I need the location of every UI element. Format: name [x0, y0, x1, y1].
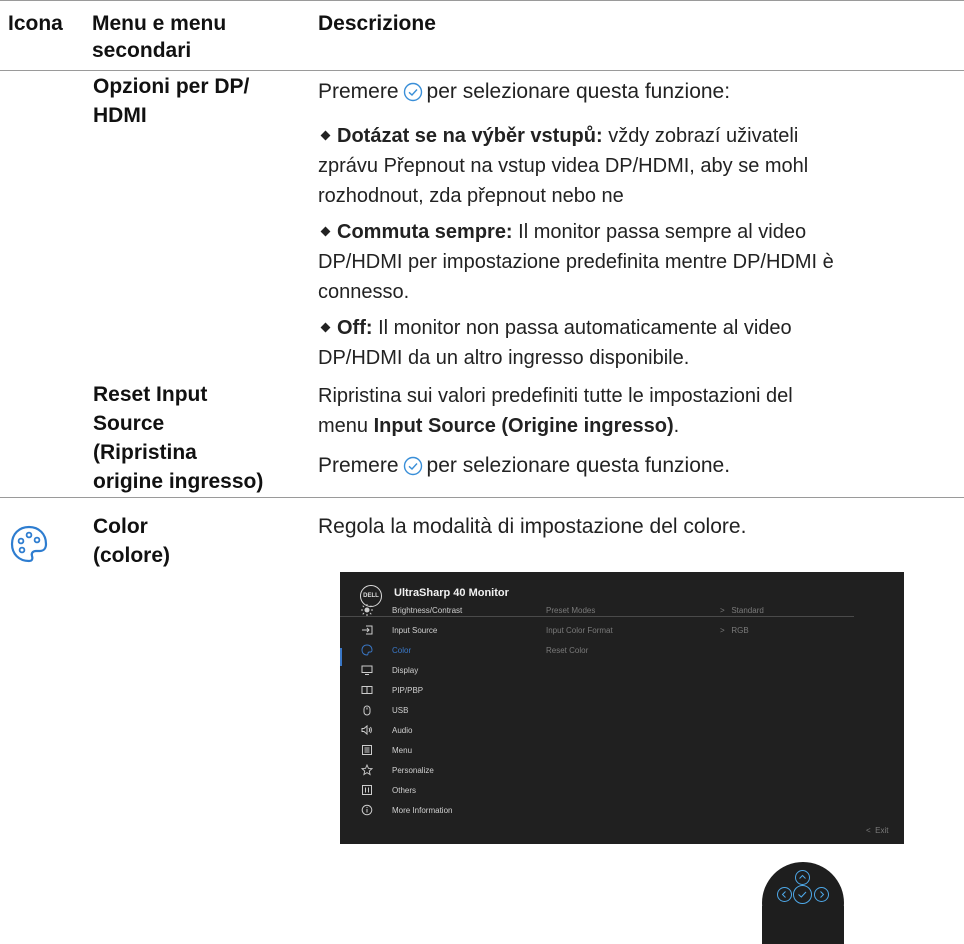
osd-item-label: PIP/PBP: [392, 686, 424, 695]
color-description: Regola la modalità di impostazione del c…: [318, 515, 747, 538]
reset-name-line1: Reset Input: [93, 383, 208, 406]
dp-hdmi-option-ask: Dotázat se na výběr vstupů: vždy zobrazí…: [318, 121, 938, 211]
osd-exit[interactable]: < Exit: [866, 826, 888, 835]
header-description: Descrizione: [318, 12, 436, 35]
header-divider: [0, 70, 964, 71]
osd-item-label: Others: [392, 786, 417, 795]
dp-hdmi-intro: Premere per selezionare questa funzione:: [318, 77, 938, 111]
osd-item-input-source[interactable]: Input Source: [340, 622, 540, 640]
osd-item-menu[interactable]: Menu: [340, 742, 540, 760]
option-always-line1: Il monitor passa sempre al video: [518, 221, 807, 243]
usb-icon: [361, 704, 373, 716]
joystick-stem: [762, 906, 844, 944]
dp-hdmi-option-always: Commuta sempre: Il monitor passa sempre …: [318, 217, 938, 307]
option-off-title: Off:: [337, 317, 373, 339]
osd-menu: DELL UltraSharp 40 Monitor Brightness/Co…: [340, 572, 904, 844]
osd-item-audio[interactable]: Audio: [340, 722, 540, 740]
osd-item-label: USB: [392, 706, 409, 715]
osd-item-others[interactable]: Others: [340, 782, 540, 800]
osd-item-label: Personalize: [392, 766, 434, 775]
osd-sub-input-color-format[interactable]: Input Color Format: [546, 626, 613, 635]
osd-item-display[interactable]: Display: [340, 662, 540, 680]
option-off-line1: Il monitor non passa automaticamente al …: [378, 317, 792, 339]
header-icon: Icona: [8, 12, 63, 35]
joystick-right-icon[interactable]: [814, 887, 829, 902]
dp-hdmi-name-line2: HDMI: [93, 104, 147, 127]
display-icon: [361, 664, 373, 676]
color-name-line2: (colore): [93, 544, 171, 567]
osd-item-pip-pbp[interactable]: PIP/PBP: [340, 682, 540, 700]
intro-post-text: per selezionare questa funzione:: [426, 80, 731, 103]
osd-sub-reset-color[interactable]: Reset Color: [546, 646, 588, 655]
bullet-icon: [320, 130, 331, 141]
option-ask-line2: zprávu Přepnout na vstup videa DP/HDMI, …: [318, 155, 809, 177]
osd-item-label: Input Source: [392, 626, 438, 635]
option-always-line3: connesso.: [318, 281, 410, 303]
osd-item-label: Color: [392, 646, 412, 655]
osd-title: UltraSharp 40 Monitor: [394, 587, 509, 599]
row-divider: [0, 497, 964, 498]
option-ask-title: Dotázat se na výběr vstupů:: [337, 125, 603, 147]
osd-sub-preset-modes-value: > Standard: [720, 606, 764, 615]
others-icon: [361, 784, 373, 796]
option-always-title: Commuta sempre:: [337, 221, 513, 243]
check-circle-icon: [403, 455, 423, 485]
osd-sub-input-color-format-value: > RGB: [720, 626, 749, 635]
header-menu-line1: Menu e menu: [92, 12, 227, 35]
color-palette-icon: [361, 644, 373, 656]
reset-press: Premere per selezionare questa funzione.: [318, 451, 938, 485]
osd-item-more-information[interactable]: More Information: [340, 802, 540, 820]
star-icon: [360, 763, 374, 776]
osd-item-label: More Information: [392, 806, 453, 815]
info-icon: [361, 804, 373, 816]
bullet-icon: [320, 322, 331, 333]
joystick-center-check-icon[interactable]: [793, 885, 812, 904]
reset-press-pre: Premere: [318, 454, 399, 477]
option-off-line2: DP/HDMI da un altro ingresso disponibile…: [318, 347, 690, 369]
brightness-icon: [361, 604, 373, 616]
osd-sub-value: RGB: [731, 626, 749, 635]
input-source-icon: [361, 624, 373, 636]
osd-sub-preset-modes[interactable]: Preset Modes: [546, 606, 595, 615]
reset-name-line2: Source: [93, 412, 165, 435]
osd-item-color[interactable]: Color: [340, 642, 540, 660]
pip-pbp-icon: [361, 684, 373, 696]
menu-icon: [361, 744, 373, 756]
reset-name-line3: (Ripristina: [93, 441, 197, 464]
palette-icon: [9, 524, 49, 564]
color-name-line1: Color: [93, 515, 148, 538]
dp-hdmi-name-line1: Opzioni per DP/: [93, 75, 250, 98]
reset-press-post: per selezionare questa funzione.: [426, 454, 731, 477]
table-top-border: [0, 0, 964, 1]
dp-hdmi-option-off: Off: Il monitor non passa automaticament…: [318, 313, 938, 373]
bullet-icon: [320, 226, 331, 237]
reset-desc-bold: Input Source (Origine ingresso): [373, 415, 674, 437]
option-ask-line1: vždy zobrazí uživateli: [608, 125, 799, 147]
osd-item-label: Brightness/Contrast: [392, 606, 463, 615]
osd-item-label: Menu: [392, 746, 413, 755]
reset-name-line4: origine ingresso): [93, 470, 264, 493]
osd-exit-label: Exit: [875, 826, 889, 835]
osd-item-brightness-contrast[interactable]: Brightness/Contrast: [340, 602, 540, 620]
joystick-up-icon[interactable]: [795, 870, 810, 885]
header-menu-line2: secondari: [92, 39, 192, 62]
osd-item-label: Audio: [392, 726, 413, 735]
intro-pre-text: Premere: [318, 80, 399, 103]
reset-desc-post: .: [673, 415, 680, 437]
joystick-left-icon[interactable]: [777, 887, 792, 902]
option-always-line2: DP/HDMI per impostazione predefinita men…: [318, 251, 834, 273]
reset-desc-line1: Ripristina sui valori predefiniti tutte …: [318, 385, 793, 407]
check-circle-icon: [403, 81, 423, 111]
option-ask-line3: rozhodnout, zda přepnout nebo ne: [318, 185, 624, 207]
osd-sub-value: Standard: [731, 606, 764, 615]
reset-desc-pre: menu: [318, 415, 369, 437]
audio-icon: [361, 724, 373, 736]
osd-item-label: Display: [392, 666, 419, 675]
osd-item-usb[interactable]: USB: [340, 702, 540, 720]
osd-item-personalize[interactable]: Personalize: [340, 762, 540, 780]
reset-description: Ripristina sui valori predefiniti tutte …: [318, 381, 938, 441]
